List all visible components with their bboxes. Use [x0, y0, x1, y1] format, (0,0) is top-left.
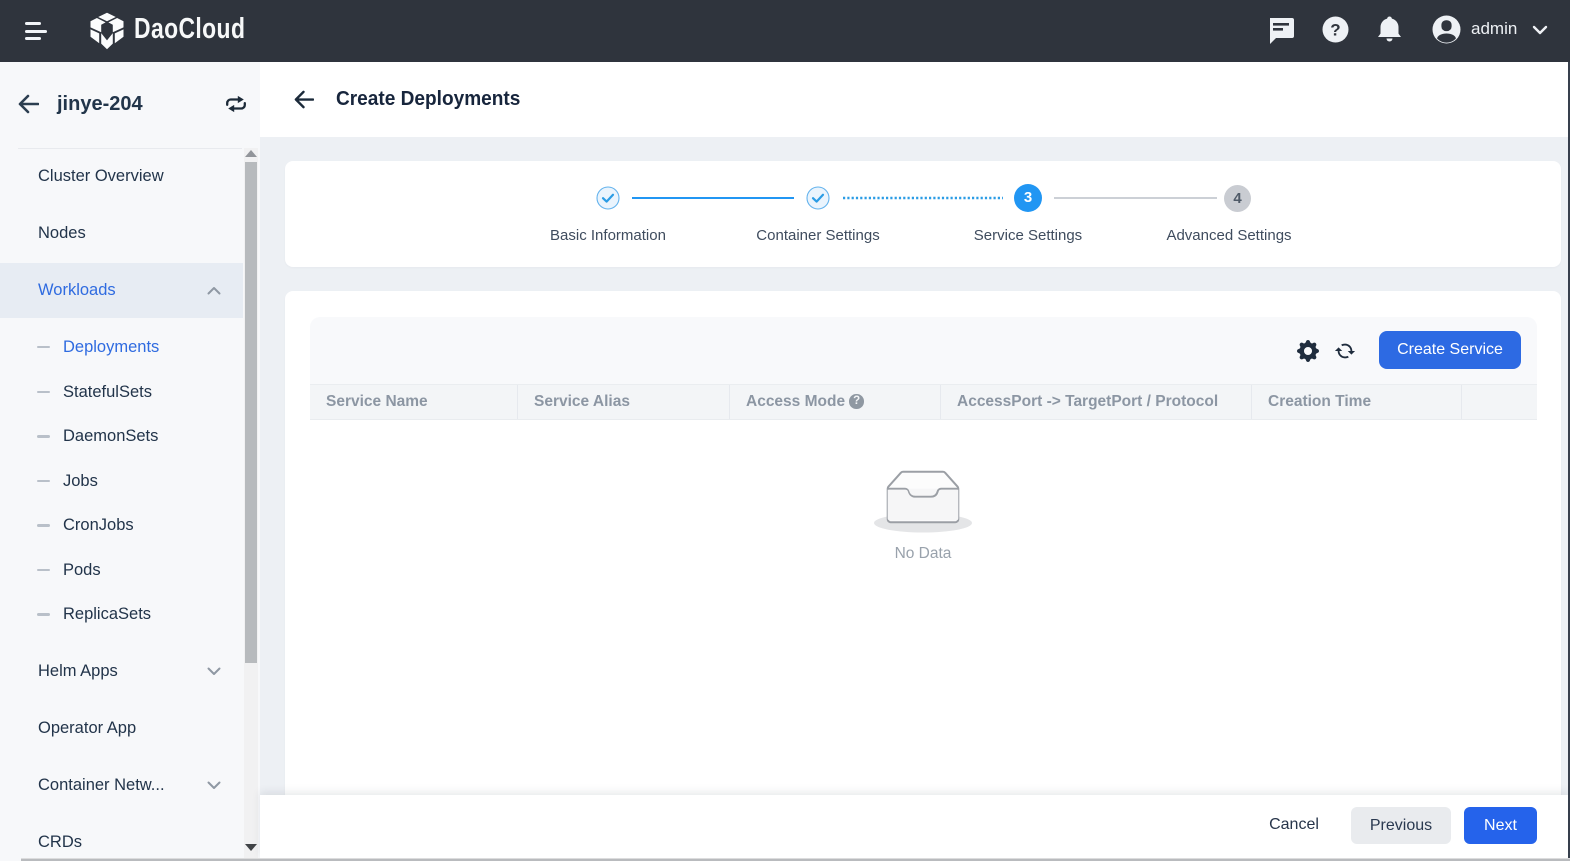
svg-text:?: ?: [1330, 21, 1340, 40]
